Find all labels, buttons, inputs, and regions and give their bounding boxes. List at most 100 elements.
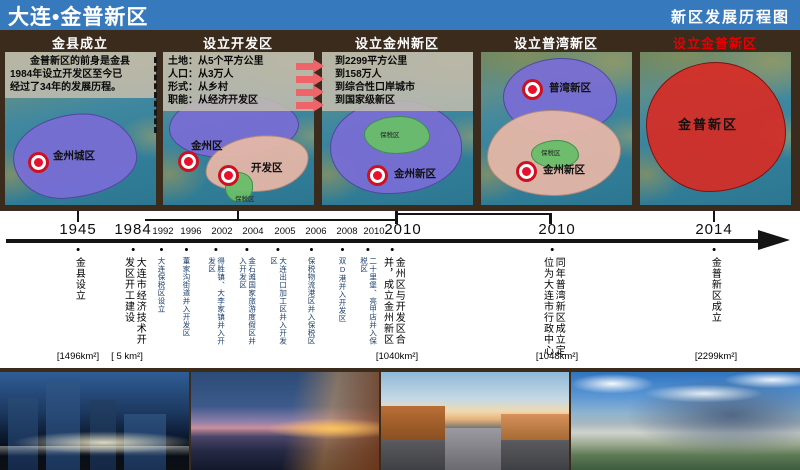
event-text: 大连保税区设立 xyxy=(157,257,165,313)
stat-line: 到2299平方公里 xyxy=(327,55,470,68)
map-label-baoshui: 保税区 xyxy=(541,147,561,157)
stage-header-kaifaqu: 设立开发区 xyxy=(203,33,273,52)
timeline-event: 金县设立 xyxy=(73,248,84,301)
event-text: 位为大连市行政中心 xyxy=(541,257,552,356)
stage-header-jinpu: 设立金普新区 xyxy=(673,33,757,52)
event-text: 二十里堡、亮甲店并入保 xyxy=(369,257,377,345)
event-text: 大连出口加工区并入开发 xyxy=(279,257,287,345)
connector-bracket xyxy=(398,213,551,215)
stage-header-jinzhou: 设立金州新区 xyxy=(355,33,439,52)
event-text: 得胜镇、大李家镇并入开 xyxy=(217,257,225,345)
timeline-arrowhead-icon xyxy=(758,230,790,250)
event-text: 金石滩国家旅游度假区并 xyxy=(248,257,256,345)
map-label-baoshui: 保税区 xyxy=(235,193,255,203)
map-panel-jinpu: 金普新区 xyxy=(640,52,791,205)
stat-line: 形式：从乡村 xyxy=(168,81,311,94)
stats-from-box: 土地：从5个平方公里 人口：从3万人 形式：从乡村 职能：从经济开发区 xyxy=(163,52,314,111)
map-label-jinzhou-new: 金州新区 xyxy=(543,162,585,177)
year-label: 2006 xyxy=(305,226,326,237)
map-panel-puwan: 普湾新区 保税区 金州新区 xyxy=(481,52,632,205)
intro-line: 金普新区的前身是金县 xyxy=(10,55,153,68)
bullet-dot xyxy=(310,248,313,251)
timeline-event: 得胜镇、大李家镇并入开发区 xyxy=(207,248,224,345)
area-label: [2299km²] xyxy=(695,351,737,362)
photo-city-panorama-day xyxy=(571,372,800,470)
timeline-event: 金州区与开发区合并，成立金州新区 xyxy=(381,248,404,345)
map-panel-kaifaqu: 金州区 开发区 保税区 土地：从5个平方公里 人口：从3万人 形式：从乡村 职能… xyxy=(163,52,314,205)
event-text: 入开发区 xyxy=(238,257,246,345)
right-arrow-icon xyxy=(296,102,313,109)
stat-line: 到综合性口岸城市 xyxy=(327,81,470,94)
map-label-jinzhou: 金州区 xyxy=(191,138,223,153)
event-text: 同年普湾新区成立定 xyxy=(553,257,564,356)
top-bar: 大连•金普新区 新区发展历程图 xyxy=(0,0,800,30)
bullet-dot xyxy=(132,248,135,251)
area-label: [1040km²] xyxy=(376,351,418,362)
map-label-puwan: 普湾新区 xyxy=(549,80,591,95)
bullet-dot xyxy=(246,248,249,251)
stats-to-box: 到2299平方公里 到158万人 到综合性口岸城市 到国家级新区 xyxy=(322,52,473,111)
location-marker-icon xyxy=(31,155,46,170)
timeline-event: 大连市经济技术开发区开工建设 xyxy=(122,248,145,345)
stage-header-jinxian: 金县成立 xyxy=(52,33,108,52)
area-label: [1048km²] xyxy=(536,351,578,362)
connector-stem xyxy=(237,211,239,221)
bullet-dot xyxy=(391,248,394,251)
photo-night-city xyxy=(0,372,189,470)
year-label: 2010 xyxy=(363,226,384,237)
bullet-dot xyxy=(215,248,218,251)
event-text: 双D港并入开发区 xyxy=(338,257,346,323)
year-label: 1945 xyxy=(59,221,96,238)
year-label: 1996 xyxy=(180,226,201,237)
year-label: 2010 xyxy=(384,221,421,238)
map-panel-jinzhou-new: 保税区 金州新区 到2299平方公里 到158万人 到综合性口岸城市 到国家级新… xyxy=(322,52,473,205)
bullet-dot xyxy=(160,248,163,251)
intro-text-box: 金普新区的前身是金县 1984年设立开发区至今已 经过了34年的发展历程。 xyxy=(5,52,156,98)
photo-sunset-avenue xyxy=(381,372,569,470)
timeline-event: 金普新区成立 xyxy=(709,248,720,323)
event-text: 发区 xyxy=(207,257,215,345)
location-marker-icon xyxy=(519,164,534,179)
year-label: 2008 xyxy=(336,226,357,237)
map-label-baoshui: 保税区 xyxy=(380,129,400,139)
stage-header-puwan: 设立普湾新区 xyxy=(514,33,598,52)
bullet-dot xyxy=(277,248,280,251)
timeline-axis xyxy=(6,239,762,243)
timeline-event: 保税物流港区并入保税区 xyxy=(307,248,315,345)
stat-line: 到国家级新区 xyxy=(327,94,470,107)
stat-line: 人口：从3万人 xyxy=(168,68,311,81)
timeline-event: 董家沟街道并入开发区 xyxy=(182,248,190,337)
map-label-jinzhou-new: 金州新区 xyxy=(394,166,436,181)
map-label-jinpu: 金普新区 xyxy=(678,114,738,133)
infographic-root: 大连•金普新区 新区发展历程图 金县成立 设立开发区 设立金州新区 设立普湾新区… xyxy=(0,0,800,470)
event-text: 保税物流港区并入保税区 xyxy=(307,257,315,345)
map-panel-jinxian: 金州城区 金普新区的前身是金县 1984年设立开发区至今已 经过了34年的发展历… xyxy=(5,52,156,205)
timeline-event: 大连出口加工区并入开发区 xyxy=(269,248,286,345)
stages-band: 金县成立 设立开发区 设立金州新区 设立普湾新区 设立金普新区 金州城区 金普新… xyxy=(0,30,800,211)
page-title: 大连•金普新区 xyxy=(8,1,148,31)
map-label-jinzhou-city: 金州城区 xyxy=(53,148,95,163)
bullet-dot xyxy=(185,248,188,251)
connector-bracket xyxy=(145,219,397,221)
year-label: 1992 xyxy=(152,226,173,237)
year-label: 2004 xyxy=(242,226,263,237)
timeline-event: 二十里堡、亮甲店并入保税区 xyxy=(359,248,376,345)
event-text: 董家沟街道并入开发区 xyxy=(182,257,190,337)
year-label: 2002 xyxy=(211,226,232,237)
event-text: 金州区与开发区合 xyxy=(393,257,404,345)
photo-strip xyxy=(0,368,800,470)
page-subtitle: 新区发展历程图 xyxy=(671,6,790,27)
stat-line: 土地：从5个平方公里 xyxy=(168,55,311,68)
stat-line: 职能：从经济开发区 xyxy=(168,94,311,107)
location-marker-icon xyxy=(370,168,385,183)
right-arrow-icon xyxy=(296,76,313,83)
year-label: 1984 xyxy=(114,221,151,238)
right-arrow-icon xyxy=(296,89,313,96)
stat-line: 到158万人 xyxy=(327,68,470,81)
area-label: [ 5 km²] xyxy=(111,351,143,362)
area-label: [1496km²] xyxy=(57,351,99,362)
timeline-event: 同年普湾新区成立定位为大连市行政中心 xyxy=(541,248,564,356)
event-text: 税区 xyxy=(359,257,367,345)
dashed-divider xyxy=(154,57,157,133)
intro-line: 经过了34年的发展历程。 xyxy=(10,81,153,94)
